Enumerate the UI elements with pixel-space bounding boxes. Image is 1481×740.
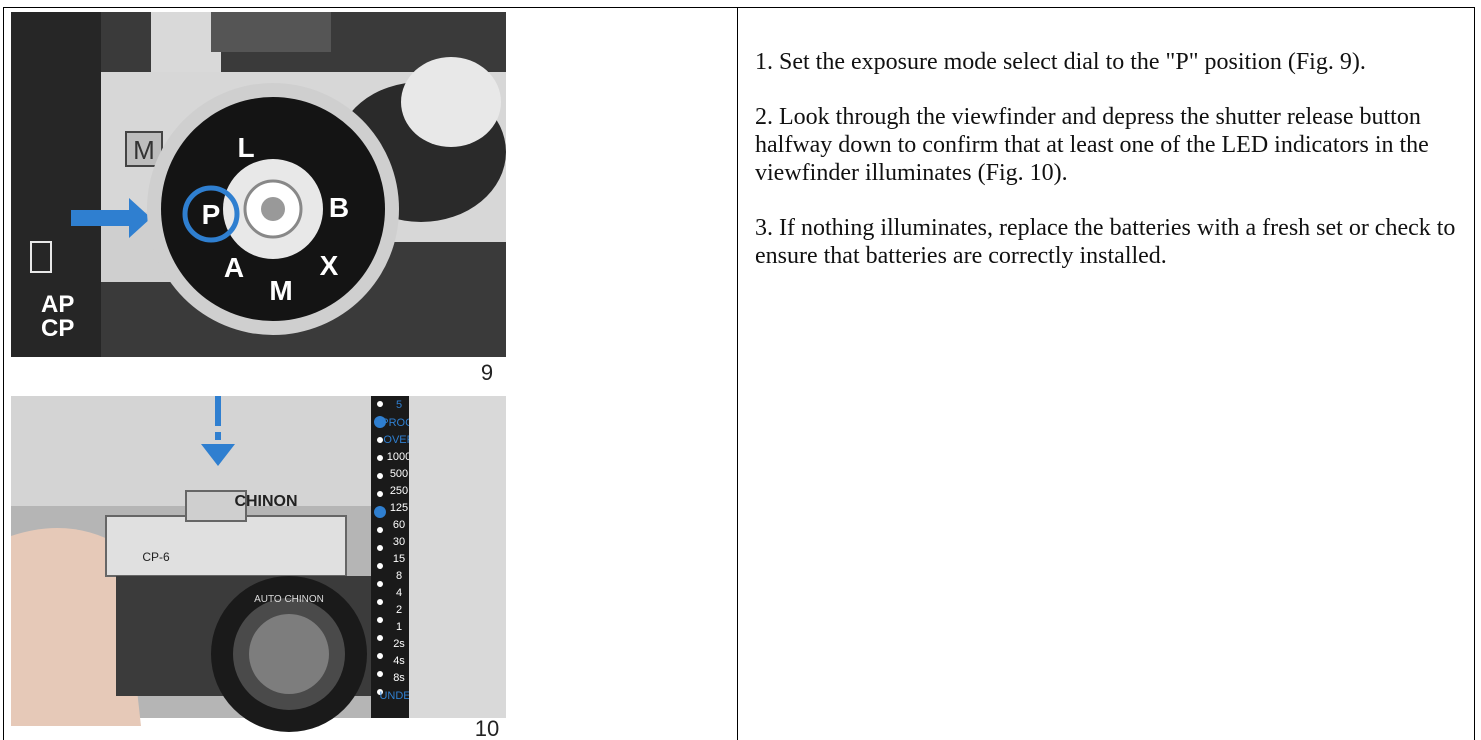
scale-label: 125 <box>390 502 408 514</box>
scale-label: 250 <box>390 485 408 497</box>
cp-label: CP <box>41 315 74 342</box>
figure-9-number: 9 <box>481 360 493 385</box>
scale-label: 8 <box>396 570 402 582</box>
scale-label: 60 <box>393 519 405 531</box>
lens-text: AUTO CHINON <box>254 594 324 605</box>
scale-label: 4s <box>393 655 405 667</box>
scale-label: 2s <box>393 638 405 650</box>
camera-illustration: CHINON CP-6 AUTO CHINON 5 PROG. OVER 100… <box>11 396 506 740</box>
instruction-step-1: 1. Set the exposure mode select dial to … <box>755 49 1366 75</box>
mode-m-label: M <box>133 135 155 165</box>
instruction-steps: 1. Set the exposure mode select dial to … <box>755 48 1475 297</box>
column-divider <box>737 7 738 740</box>
scale-label: 5 <box>396 399 402 411</box>
scale-label: 15 <box>393 553 405 565</box>
scale-label: 4 <box>396 587 402 599</box>
instruction-step-2: 2. Look through the viewfinder and depre… <box>755 104 1429 186</box>
dial-illustration: M AP CP L P A M X B 9 <box>11 12 506 390</box>
camera-model-text: CP-6 <box>142 550 170 564</box>
scale-label: 1000 <box>387 451 411 463</box>
scale-label: 500 <box>390 468 408 480</box>
dial-letter-a: A <box>224 252 244 283</box>
scale-label: 8s <box>393 672 405 684</box>
figure-10-camera-photo: CHINON CP-6 AUTO CHINON 5 PROG. OVER 100… <box>11 396 506 740</box>
dial-letter-p: P <box>202 199 221 230</box>
dial-letter-b: B <box>329 192 349 223</box>
instruction-step-3: 3. If nothing illuminates, replace the b… <box>755 215 1456 269</box>
ap-label: AP <box>41 291 74 318</box>
dial-letter-m: M <box>269 275 292 306</box>
dial-letter-x: X <box>320 250 339 281</box>
scale-label: 1 <box>396 621 402 633</box>
scale-label: 2 <box>396 604 402 616</box>
figure-9-dial-photo: M AP CP L P A M X B 9 <box>11 12 506 390</box>
scale-label: 30 <box>393 536 405 548</box>
arrow-down-icon <box>215 396 221 426</box>
camera-brand-text: CHINON <box>234 493 297 510</box>
dial-letter-l: L <box>237 132 254 163</box>
figure-10-number: 10 <box>475 716 499 740</box>
